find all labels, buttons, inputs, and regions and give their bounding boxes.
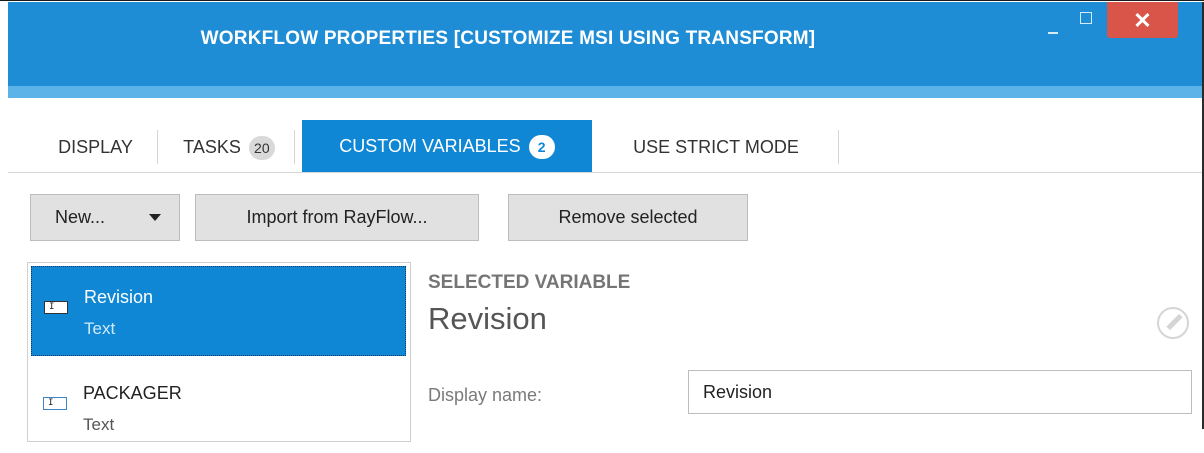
workflow-properties-window: WORKFLOW PROPERTIES [CUSTOMIZE MSI USING… xyxy=(8,2,1204,442)
close-button[interactable]: ✕ xyxy=(1107,2,1178,38)
dropdown-caret-icon xyxy=(149,214,161,221)
tasks-count-badge: 20 xyxy=(248,136,275,161)
tab-tasks-label: TASKS xyxy=(183,137,241,157)
import-from-rayflow-button[interactable]: Import from RayFlow... xyxy=(195,194,479,241)
edit-pencil-icon[interactable] xyxy=(1157,307,1189,339)
variable-name: Revision xyxy=(84,287,154,307)
window-title: WORKFLOW PROPERTIES [CUSTOMIZE MSI USING… xyxy=(200,28,816,49)
text-variable-icon: I xyxy=(43,397,67,410)
display-name-field[interactable] xyxy=(688,370,1192,414)
selected-variable-name: Revision xyxy=(428,301,547,336)
custom-variables-count-badge: 2 xyxy=(528,135,555,160)
close-icon: ✕ xyxy=(1133,8,1152,33)
title-bar[interactable]: WORKFLOW PROPERTIES [CUSTOMIZE MSI USING… xyxy=(8,2,1204,86)
variable-list[interactable]: I Revision Text I PACKAGER Text xyxy=(27,262,411,442)
tab-custom-variables[interactable]: CUSTOM VARIABLES 2 xyxy=(302,120,592,172)
tab-bar: DISPLAY TASKS 20 CUSTOM VARIABLES 2 USE ST… xyxy=(8,120,1204,173)
title-bar-strip xyxy=(8,86,1204,98)
tab-tasks[interactable]: TASKS 20 xyxy=(164,130,295,164)
minimize-icon xyxy=(1048,32,1058,34)
display-name-label: Display name: xyxy=(428,385,543,405)
maximize-button[interactable] xyxy=(1072,2,1108,38)
variable-list-item-packager[interactable]: I PACKAGER Text xyxy=(31,363,406,453)
variable-list-item-revision[interactable]: I Revision Text xyxy=(31,266,406,356)
variable-type: Text xyxy=(84,319,116,338)
tab-display[interactable]: DISPLAY xyxy=(34,130,158,164)
remove-selected-button[interactable]: Remove selected xyxy=(508,194,748,241)
selected-variable-heading: SELECTED VARIABLE xyxy=(428,272,631,293)
top-border xyxy=(0,0,1204,1)
variable-type: Text xyxy=(83,415,115,434)
variable-name: PACKAGER xyxy=(83,383,182,403)
text-variable-icon: I xyxy=(44,301,68,314)
new-button-label: New... xyxy=(55,207,106,227)
tab-use-strict-mode-label: USE STRICT MODE xyxy=(633,137,799,157)
tab-use-strict-mode[interactable]: USE STRICT MODE xyxy=(594,130,839,164)
minimize-button[interactable] xyxy=(1038,2,1068,38)
tab-custom-variables-label: CUSTOM VARIABLES xyxy=(339,136,521,156)
maximize-icon xyxy=(1080,12,1092,24)
tab-display-label: DISPLAY xyxy=(58,137,133,157)
new-variable-dropdown-button[interactable]: New... xyxy=(30,194,180,241)
